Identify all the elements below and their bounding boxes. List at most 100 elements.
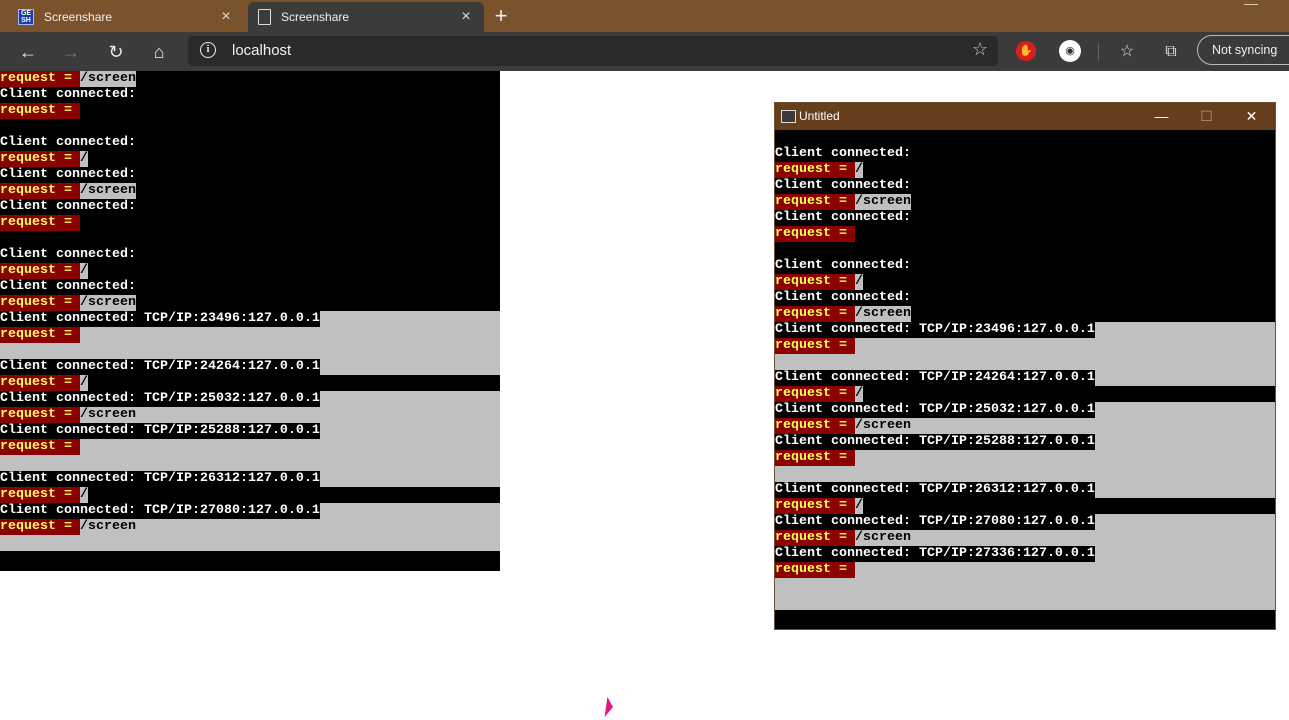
request-label: request = (775, 418, 855, 434)
left-console-output: request = /screen Client connected: reques… (0, 71, 500, 571)
console-line (775, 466, 1275, 482)
close-icon[interactable]: × (458, 9, 474, 25)
close-button[interactable]: ✕ (1229, 103, 1274, 130)
console-line: Client connected: (0, 279, 500, 295)
console-line: request = (0, 103, 500, 119)
console-line: request = / (775, 162, 1275, 178)
console-line: Client connected: TCP/IP:27080:127.0.0.1 (775, 514, 1275, 530)
browser-titlebar: GE SH Screenshare × Screenshare × + (0, 0, 1289, 32)
console-line: request = (775, 226, 1275, 242)
console-text: Client connected: (0, 279, 136, 295)
request-path: / (854, 162, 863, 178)
console-line: Client connected: TCP/IP:25288:127.0.0.1 (775, 434, 1275, 450)
app-title: Untitled (799, 109, 840, 123)
address-text[interactable]: localhost (232, 42, 291, 59)
minimize-button[interactable]: — (1139, 103, 1184, 130)
console-line (0, 343, 500, 359)
console-line: request = /screen (0, 295, 500, 311)
address-bar[interactable]: i localhost ☆ (188, 36, 998, 66)
request-path: / (79, 151, 88, 167)
console-line: request = /screen (775, 418, 1275, 434)
request-label: request = (0, 71, 80, 87)
request-path: /screen (79, 183, 136, 199)
console-line: request = / (0, 151, 500, 167)
console-text: Client connected: TCP/IP:24264:127.0.0.1 (0, 359, 320, 375)
request-path: / (854, 274, 863, 290)
request-label: request = (775, 306, 855, 322)
console-line: Client connected: TCP/IP:24264:127.0.0.1 (0, 359, 500, 375)
console-line: request = / (0, 487, 500, 503)
request-path: / (79, 487, 88, 503)
console-line: request = /screen (0, 71, 500, 87)
favorite-star-icon[interactable]: ☆ (972, 39, 988, 60)
app-titlebar: Untitled — ☐ ✕ (775, 103, 1275, 130)
request-path: /screen (854, 418, 911, 434)
console-line: request = (775, 450, 1275, 466)
app-window: Untitled — ☐ ✕ Client connected: request … (774, 102, 1276, 630)
favorites-icon[interactable]: ☆ (1116, 41, 1138, 63)
back-button[interactable]: ← (15, 39, 41, 65)
refresh-button[interactable]: ↻ (103, 39, 129, 65)
tab-screenshare-1[interactable]: GE SH Screenshare × (0, 2, 244, 32)
console-line: Client connected: TCP/IP:26312:127.0.0.1 (0, 471, 500, 487)
request-label: request = (0, 215, 80, 231)
console-line: Client connected: TCP/IP:25288:127.0.0.1 (0, 423, 500, 439)
request-label: request = (775, 274, 855, 290)
console-line: Client connected: (0, 87, 500, 103)
console-line: request = (775, 562, 1275, 578)
console-line: request = (775, 338, 1275, 354)
request-label: request = (0, 295, 80, 311)
console-line: Client connected: (0, 135, 500, 151)
forward-button[interactable]: → (58, 39, 84, 65)
console-text: Client connected: (0, 167, 136, 183)
new-tab-button[interactable]: + (491, 5, 511, 27)
console-text: Client connected: TCP/IP:25288:127.0.0.1 (775, 434, 1095, 450)
collections-icon[interactable]: ⧉ (1160, 41, 1182, 63)
home-button[interactable]: ⌂ (146, 39, 172, 65)
console-line: Client connected: TCP/IP:27080:127.0.0.1 (0, 503, 500, 519)
request-label: request = (775, 450, 855, 466)
console-text: Client connected: TCP/IP:24264:127.0.0.1 (775, 370, 1095, 386)
console-text: Client connected: (775, 290, 911, 306)
console-line: Client connected: (775, 146, 1275, 162)
console-line (775, 354, 1275, 370)
console-text: Client connected: (775, 258, 911, 274)
request-path: / (854, 498, 863, 514)
console-text: Client connected: TCP/IP:23496:127.0.0.1 (775, 322, 1095, 338)
maximize-button[interactable]: ☐ (1184, 103, 1229, 130)
console-text: Client connected: (0, 87, 136, 103)
console-text: Client connected: (0, 247, 136, 263)
request-path: / (79, 263, 88, 279)
request-path: /screen (854, 194, 911, 210)
console-line: Client connected: TCP/IP:23496:127.0.0.1 (0, 311, 500, 327)
console-line: Client connected: (775, 290, 1275, 306)
console-line: request = /screen (0, 183, 500, 199)
console-line (0, 535, 500, 551)
page-icon (258, 9, 271, 25)
console-line: Client connected: TCP/IP:23496:127.0.0.1 (775, 322, 1275, 338)
console-line: Client connected: TCP/IP:24264:127.0.0.1 (775, 370, 1275, 386)
console-line: request = /screen (775, 306, 1275, 322)
console-line (0, 455, 500, 471)
tab-screenshare-2[interactable]: Screenshare × (248, 2, 484, 32)
request-label: request = (0, 103, 80, 119)
extension-camera-icon[interactable]: ◉ (1059, 40, 1081, 62)
console-text: Client connected: TCP/IP:25288:127.0.0.1 (0, 423, 320, 439)
minimize-icon[interactable] (1244, 4, 1258, 7)
info-icon[interactable]: i (200, 42, 216, 58)
console-line: request = / (0, 375, 500, 391)
console-text: Client connected: TCP/IP:25032:127.0.0.1 (0, 391, 320, 407)
request-path: / (79, 375, 88, 391)
request-label: request = (0, 327, 80, 343)
request-label: request = (0, 487, 80, 503)
console-line: request = (0, 439, 500, 455)
close-icon[interactable]: × (218, 9, 234, 25)
sync-button[interactable]: Not syncing (1197, 35, 1289, 65)
request-label: request = (0, 375, 80, 391)
console-line: Client connected: (0, 167, 500, 183)
extension-hand-icon[interactable]: ✋ (1016, 41, 1036, 61)
